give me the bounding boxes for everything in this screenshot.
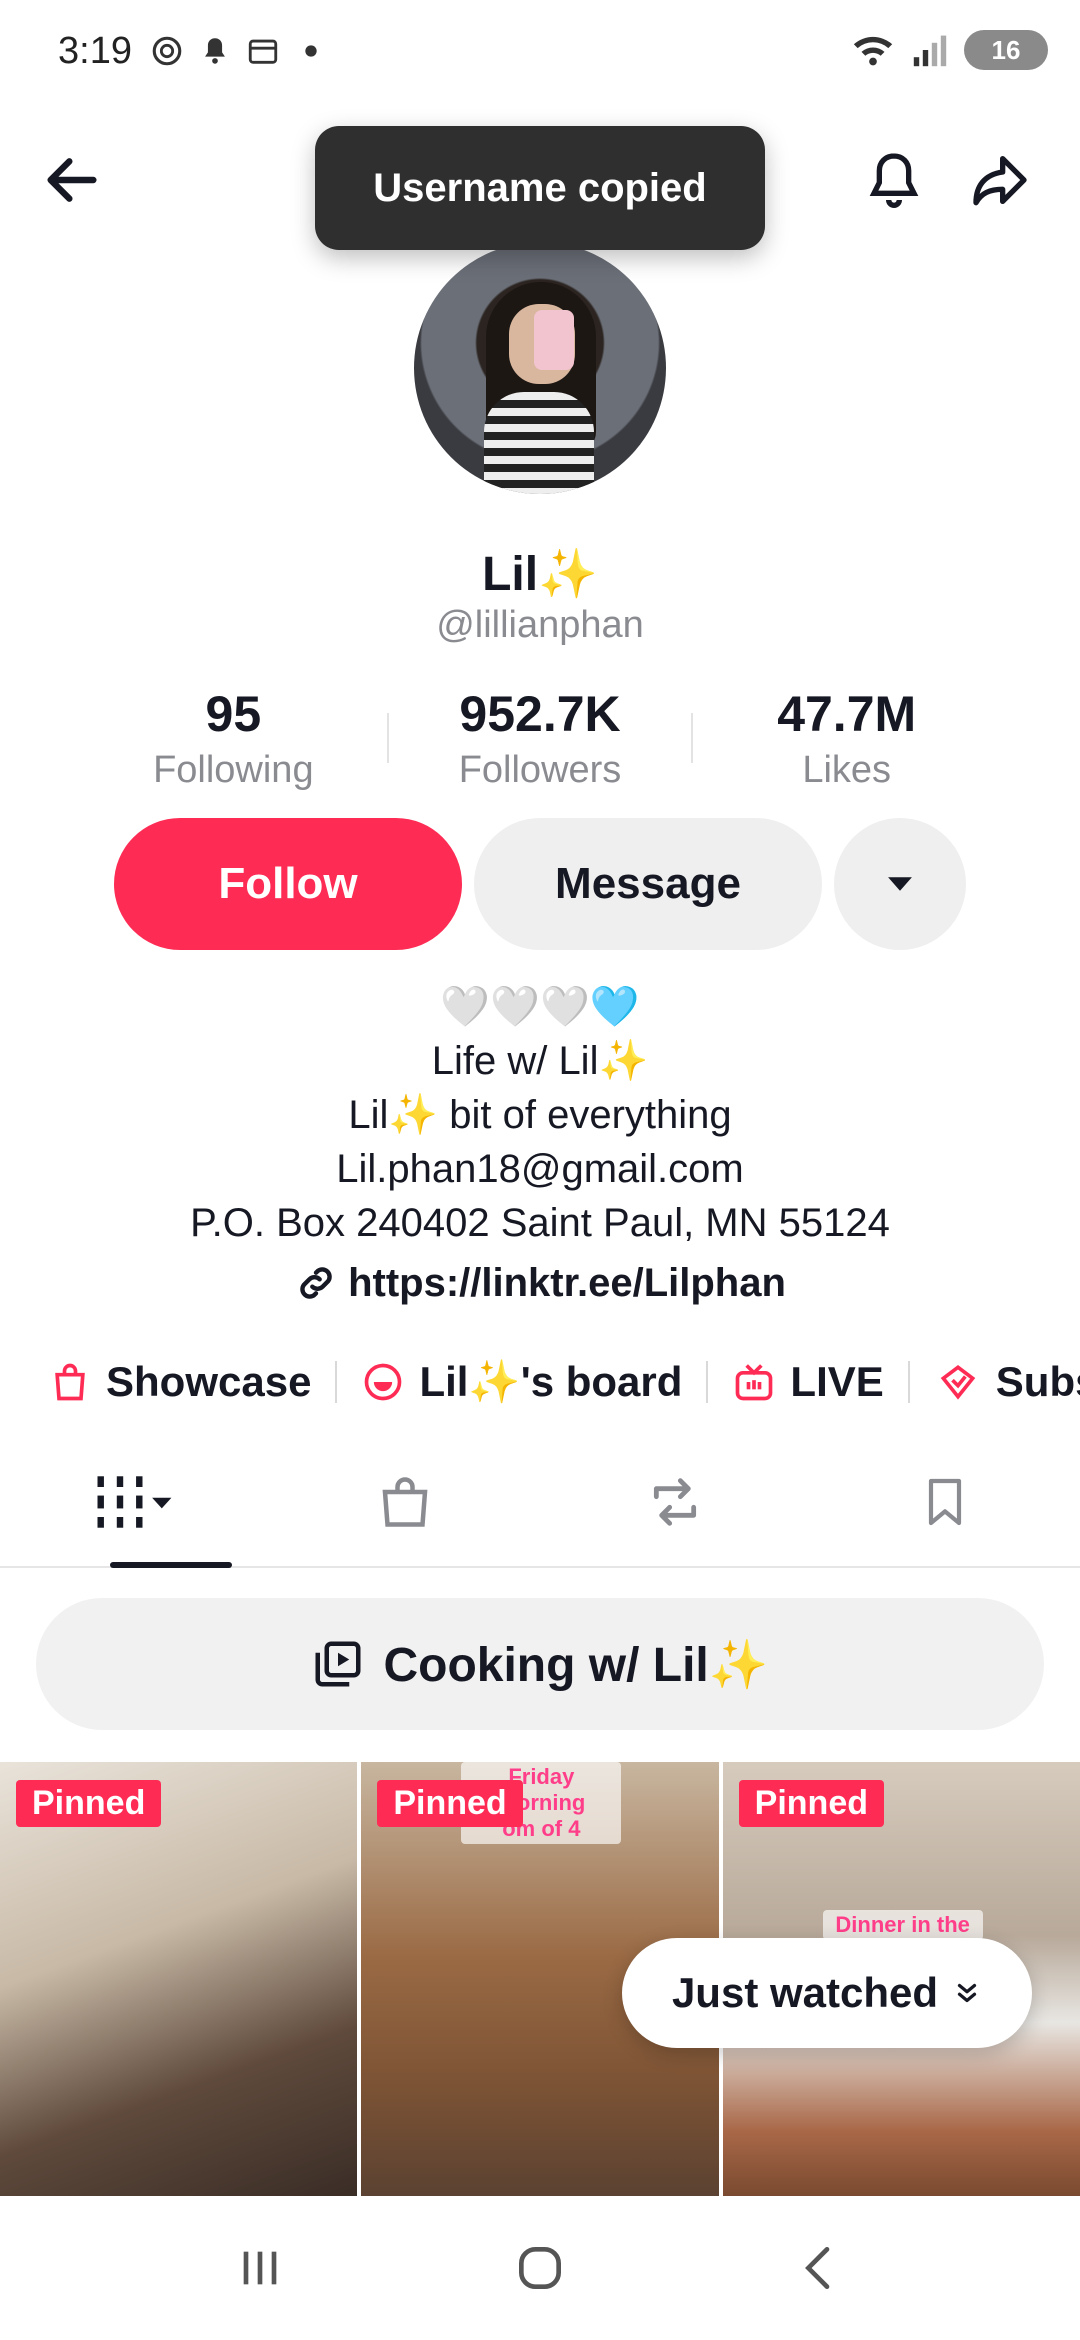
stat-following-label: Following xyxy=(153,749,314,791)
profile-stats: 95 Following 952.7K Followers 47.7M Like… xyxy=(80,685,1000,795)
notification-button[interactable] xyxy=(854,140,934,220)
home-icon xyxy=(519,2247,561,2289)
profile-name: Lil✨ xyxy=(482,548,598,601)
bio-hearts: 🤍🤍🤍🩵 xyxy=(440,985,640,1029)
just-watched-button[interactable]: Just watched xyxy=(622,1938,1032,2048)
recent-apps-icon xyxy=(243,2251,277,2285)
toast-username-copied: Username copied xyxy=(315,126,765,250)
more-options-button[interactable] xyxy=(834,818,966,950)
follow-button[interactable]: Follow xyxy=(114,818,462,950)
stat-divider xyxy=(386,713,389,763)
chevron-left-icon xyxy=(805,2247,830,2289)
board-link[interactable]: Lil✨'s board xyxy=(361,1358,682,1407)
stat-following[interactable]: 95 Following xyxy=(80,685,387,795)
caret-down-icon xyxy=(888,877,912,891)
board-icon xyxy=(365,1363,402,1401)
tab-videos[interactable] xyxy=(0,1438,270,1568)
bio-link[interactable]: https://linktr.ee/Lilphan xyxy=(294,1256,786,1310)
playlist-icon xyxy=(315,1641,361,1687)
links-divider xyxy=(335,1361,338,1403)
tab-shop[interactable] xyxy=(270,1438,540,1566)
bell-outline-icon xyxy=(869,153,919,208)
pinned-badge: Pinned xyxy=(377,1780,523,1827)
playlist-label: Cooking w/ Lil✨ xyxy=(383,1638,769,1692)
bio-link-text: https://linktr.ee/Lilphan xyxy=(348,1261,786,1305)
profile-bio: 🤍🤍🤍🩵 Life w/ Lil✨ Lil✨ bit of everything… xyxy=(0,980,1080,1319)
bio-email: Lil.phan18@gmail.com xyxy=(336,1147,744,1191)
content-tabs xyxy=(0,1438,1080,1568)
stat-following-value: 95 xyxy=(205,686,262,742)
live-label: LIVE xyxy=(790,1358,884,1405)
threads-icon xyxy=(152,36,182,66)
signal-icon xyxy=(913,35,947,67)
bio-address: P.O. Box 240402 Saint Paul, MN 55124 xyxy=(190,1201,890,1245)
system-navigation-bar xyxy=(0,2196,1080,2340)
video-caption-overlay: Dinner in the xyxy=(822,1910,983,1940)
double-chevron-down-icon xyxy=(957,1983,977,2003)
profile-links-row: Showcase Lil✨'s board LIVE Subs xyxy=(48,1352,1080,1412)
stat-likes-value: 47.7M xyxy=(777,686,917,742)
repost-icon xyxy=(653,1478,697,1526)
videos-grid-icon xyxy=(97,1476,172,1528)
tab-active-indicator xyxy=(110,1562,232,1568)
shop-bag-icon xyxy=(382,1477,428,1527)
board-label: Lil✨'s board xyxy=(419,1357,683,1405)
battery-icon: 16 xyxy=(964,30,1048,70)
wifi-icon xyxy=(853,36,893,66)
battery-level: 16 xyxy=(991,34,1021,65)
profile-avatar[interactable] xyxy=(414,242,666,494)
status-time: 3:19 xyxy=(58,30,132,72)
stat-followers[interactable]: 952.7K Followers xyxy=(386,685,694,795)
subscription-icon xyxy=(940,1365,976,1400)
stat-likes[interactable]: 47.7M Likes xyxy=(693,685,1000,795)
showcase-link[interactable]: Showcase xyxy=(48,1358,311,1406)
status-icons-right: 16 xyxy=(850,30,1048,70)
video-thumbnail[interactable]: Pinned xyxy=(0,1762,358,2196)
dot-icon xyxy=(305,45,317,57)
bookmark-icon xyxy=(928,1478,962,1526)
system-back-button[interactable] xyxy=(760,2208,880,2328)
subscription-link[interactable]: Subs xyxy=(934,1358,1080,1406)
share-arrow-icon xyxy=(973,156,1027,206)
subscription-label: Subs xyxy=(995,1358,1080,1405)
live-link[interactable]: LIVE xyxy=(732,1358,884,1406)
playlist-button[interactable]: Cooking w/ Lil✨ xyxy=(36,1598,1044,1730)
tab-saved[interactable] xyxy=(810,1438,1080,1566)
link-icon xyxy=(300,1267,332,1299)
recent-apps-button[interactable] xyxy=(200,2208,320,2328)
links-divider xyxy=(907,1361,910,1403)
home-button[interactable] xyxy=(480,2208,600,2328)
arrow-left-icon xyxy=(47,158,97,202)
back-button[interactable] xyxy=(32,140,112,220)
bio-line: Life w/ Lil✨ xyxy=(431,1039,649,1083)
message-button[interactable]: Message xyxy=(474,818,822,950)
shopping-bag-icon xyxy=(55,1363,85,1401)
pinned-badge: Pinned xyxy=(738,1780,884,1827)
just-watched-label: Just watched xyxy=(671,1969,939,2016)
bio-line: Lil✨ bit of everything xyxy=(348,1093,732,1137)
pinned-badge: Pinned xyxy=(16,1780,162,1827)
share-button[interactable] xyxy=(960,140,1040,220)
profile-handle[interactable]: @lillianphan xyxy=(0,604,1080,647)
stat-followers-label: Followers xyxy=(458,749,622,791)
bell-icon xyxy=(205,38,225,64)
links-divider xyxy=(706,1361,709,1403)
showcase-label: Showcase xyxy=(106,1358,312,1405)
tab-reposts[interactable] xyxy=(540,1438,810,1566)
stat-likes-label: Likes xyxy=(802,749,892,791)
status-icons-left xyxy=(150,34,328,68)
stat-followers-value: 952.7K xyxy=(459,686,621,742)
calendar-icon xyxy=(248,39,278,64)
tv-icon xyxy=(736,1364,773,1401)
